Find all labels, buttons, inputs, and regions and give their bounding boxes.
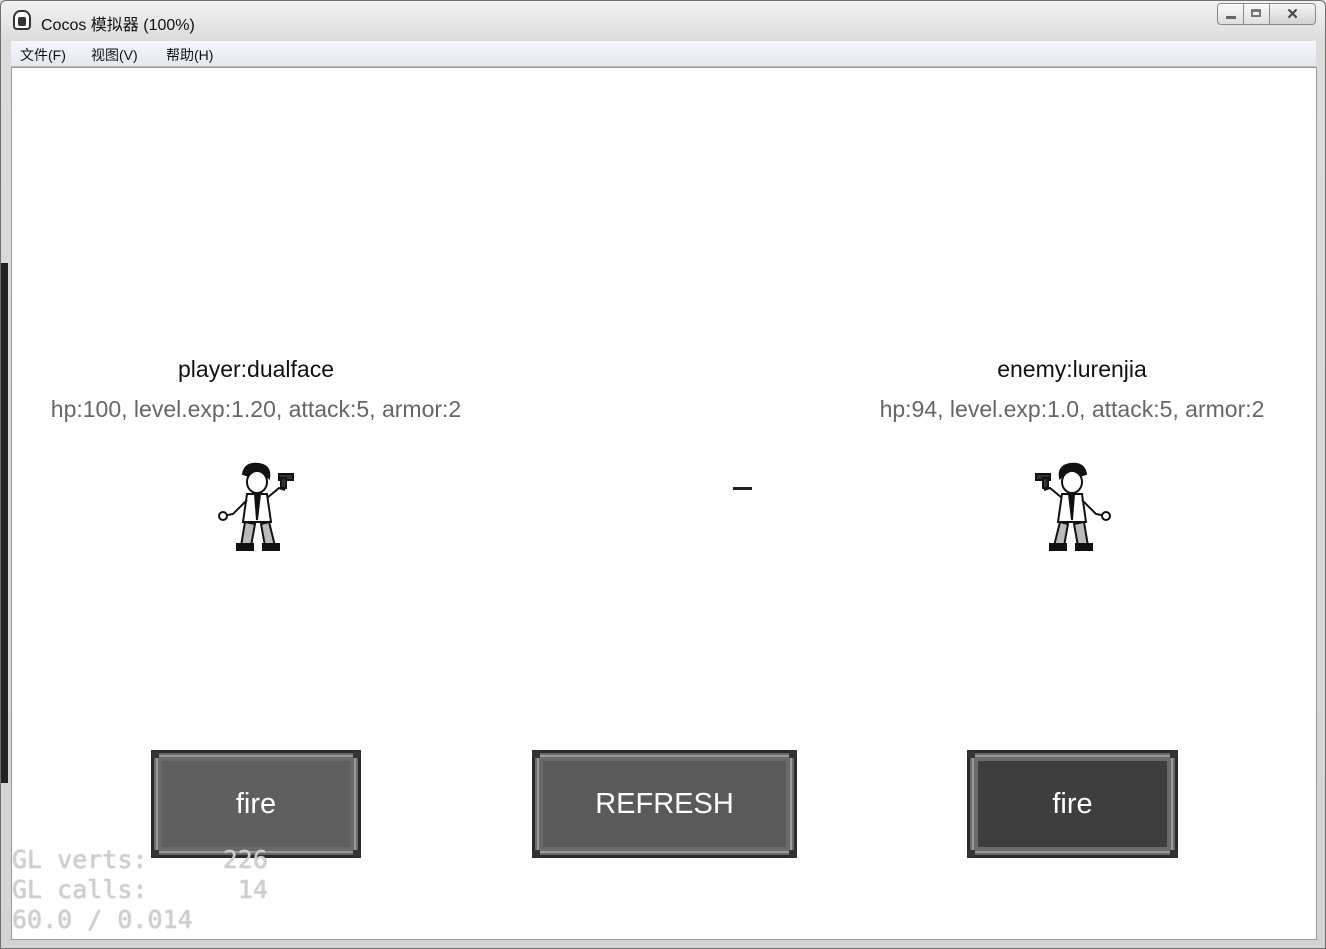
window-edge-shadow — [1, 263, 8, 783]
gl-calls: GL calls: 14 — [12, 875, 268, 904]
button-corner — [967, 750, 975, 758]
enemy-sprite — [1035, 462, 1111, 551]
maximize-button[interactable] — [1244, 3, 1270, 25]
gl-verts: GL verts: 226 — [12, 845, 268, 874]
menu-help[interactable]: 帮助(H) — [166, 45, 213, 65]
player-fire-label: fire — [235, 787, 277, 820]
maximize-icon — [1251, 9, 1261, 17]
simulator-window: Cocos 模拟器 (100%) ✕ 文件(F) 视图(V) 帮助(H) pla… — [0, 0, 1326, 949]
button-corner — [353, 750, 361, 758]
button-corner — [1170, 750, 1178, 758]
enemy-fire-label: fire — [1052, 787, 1093, 820]
button-corner — [789, 750, 797, 758]
center-dash — [733, 487, 752, 490]
game-canvas[interactable]: player:dualface hp:100, level.exp:1.20, … — [11, 67, 1317, 940]
menu-file[interactable]: 文件(F) — [20, 45, 66, 65]
player-sprite — [218, 462, 294, 551]
menu-view[interactable]: 视图(V) — [91, 45, 138, 65]
player-name: player:dualface — [178, 356, 334, 382]
close-button[interactable]: ✕ — [1270, 3, 1316, 25]
button-corner — [532, 750, 540, 758]
refresh-button[interactable]: REFRESH — [532, 750, 797, 858]
player-stats: hp:100, level.exp:1.20, attack:5, armor:… — [50, 396, 462, 422]
window-controls: ✕ — [1217, 3, 1316, 25]
player-fire-button[interactable]: fire — [151, 750, 361, 858]
close-icon: ✕ — [1286, 6, 1299, 23]
minimize-button[interactable] — [1217, 3, 1244, 25]
enemy-name: enemy:lurenjia — [997, 356, 1147, 382]
refresh-label: REFRESH — [595, 787, 734, 820]
debug-stats: GL verts: 226 GL calls: 14 60.0 / 0.014 — [12, 845, 268, 935]
button-corner — [1170, 850, 1178, 858]
enemy-stats: hp:94, level.exp:1.0, attack:5, armor:2 — [879, 396, 1265, 422]
button-corner — [353, 850, 361, 858]
enemy-fire-button[interactable]: fire — [967, 750, 1178, 858]
window-title: Cocos 模拟器 (100%) — [41, 17, 195, 34]
fps-readout: 60.0 / 0.014 — [12, 905, 193, 934]
button-corner — [789, 850, 797, 858]
minimize-icon — [1226, 16, 1236, 19]
button-corner — [967, 850, 975, 858]
button-corner — [532, 850, 540, 858]
menu-bar: 文件(F) 视图(V) 帮助(H) — [11, 41, 1316, 67]
title-bar[interactable]: Cocos 模拟器 (100%) ✕ — [1, 1, 1325, 39]
cocos-app-icon — [13, 10, 31, 30]
button-corner — [151, 750, 159, 758]
